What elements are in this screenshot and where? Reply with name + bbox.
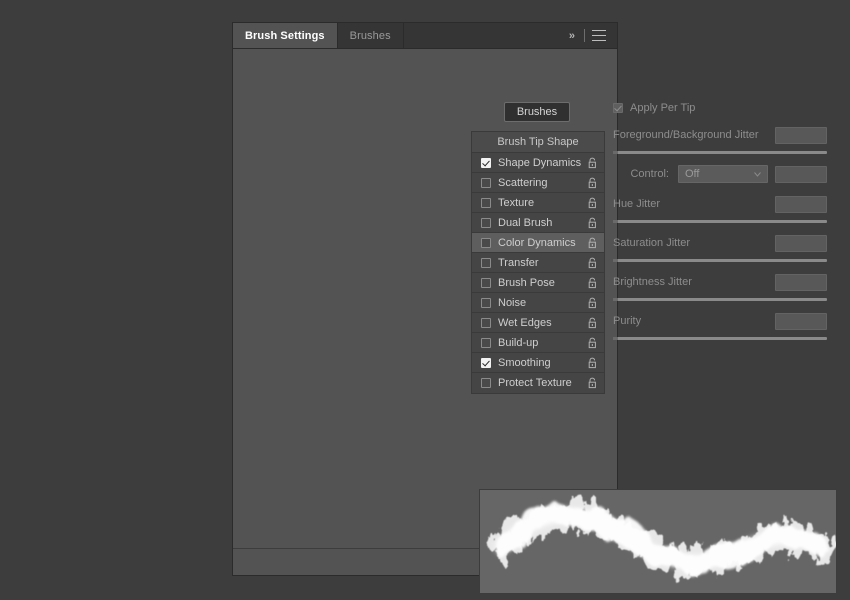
saturation-jitter-input[interactable] — [775, 234, 827, 252]
purity-group: Purity — [613, 311, 827, 340]
unlock-icon[interactable] — [587, 377, 598, 389]
brush-option-checkbox[interactable] — [481, 257, 491, 268]
brush-option-checkbox[interactable] — [481, 217, 491, 228]
tab-brush-settings-label: Brush Settings — [245, 29, 325, 42]
unlock-icon[interactable] — [587, 317, 598, 329]
brush-settings-panel: Brush Settings Brushes » Brushes Brush T… — [232, 22, 837, 594]
brush-option-label: Scattering — [498, 176, 548, 189]
brush-option-row[interactable]: Smoothing — [472, 353, 604, 373]
brightness-jitter-input[interactable] — [775, 273, 827, 291]
brush-option-label: Build-up — [498, 336, 539, 349]
unlock-icon[interactable] — [587, 157, 598, 169]
control-select[interactable]: Off — [678, 165, 768, 183]
hue-jitter-group: Hue Jitter — [613, 194, 827, 223]
unlock-icon[interactable] — [587, 257, 598, 269]
brush-option-label: Shape Dynamics — [498, 156, 582, 169]
panel-tab-bar: Brush Settings Brushes » — [233, 23, 617, 49]
unlock-icon[interactable] — [587, 177, 598, 189]
tab-bar-spacer — [403, 23, 562, 48]
unlock-icon[interactable] — [587, 217, 598, 229]
collapse-panel-icon[interactable]: » — [562, 30, 581, 42]
brightness-jitter-slider[interactable] — [613, 298, 827, 301]
brush-option-row[interactable]: Texture — [472, 193, 604, 213]
brush-option-row[interactable]: Shape Dynamics — [472, 153, 604, 173]
brush-option-label: Brush Pose — [498, 276, 555, 289]
brightness-jitter-group: Brightness Jitter — [613, 272, 827, 301]
brush-option-label: Texture — [498, 196, 535, 209]
foreground-background-jitter-label: Foreground/Background Jitter — [613, 129, 759, 141]
brush-option-row[interactable]: Build-up — [472, 333, 604, 353]
brush-option-checkbox[interactable] — [481, 277, 491, 288]
tab-brush-settings[interactable]: Brush Settings — [233, 23, 338, 48]
brush-tip-shape-header[interactable]: Brush Tip Shape — [472, 132, 604, 153]
panel-body: Brushes Brush Tip Shape Shape Dynamics Sc… — [233, 49, 837, 594]
purity-input[interactable] — [775, 312, 827, 330]
foreground-background-jitter-group: Foreground/Background Jitter — [613, 125, 827, 154]
apply-per-tip-checkbox[interactable] — [613, 103, 623, 113]
brush-option-label: Noise — [498, 296, 527, 309]
saturation-jitter-label: Saturation Jitter — [613, 237, 691, 249]
brush-option-label: Transfer — [498, 256, 539, 269]
brushes-button[interactable]: Brushes — [504, 102, 570, 122]
brush-option-row[interactable]: Brush Pose — [472, 273, 604, 293]
brushes-button-label: Brushes — [516, 106, 558, 118]
brush-option-checkbox[interactable] — [481, 337, 491, 348]
brush-option-row[interactable]: Color Dynamics — [472, 233, 604, 253]
saturation-jitter-group: Saturation Jitter — [613, 233, 827, 262]
brush-option-label: Smoothing — [498, 356, 551, 369]
saturation-jitter-slider[interactable] — [613, 259, 827, 262]
brush-option-checkbox[interactable] — [481, 357, 491, 368]
color-dynamics-options: Apply Per Tip Foreground/Background Jitt… — [613, 99, 827, 350]
unlock-icon[interactable] — [587, 277, 598, 289]
purity-label: Purity — [613, 315, 642, 327]
brush-option-list: Brush Tip Shape Shape Dynamics Scattering… — [471, 131, 605, 394]
brush-option-row[interactable]: Protect Texture — [472, 373, 604, 393]
brush-option-label: Color Dynamics — [498, 236, 576, 249]
brush-option-row[interactable]: Transfer — [472, 253, 604, 273]
tab-bar-divider — [584, 29, 585, 42]
brush-option-label: Dual Brush — [498, 216, 553, 229]
brush-stroke-preview — [479, 489, 837, 594]
foreground-background-jitter-slider[interactable] — [613, 151, 827, 154]
brush-option-checkbox[interactable] — [481, 197, 491, 208]
panel-menu-icon[interactable] — [588, 30, 610, 41]
brush-option-checkbox[interactable] — [481, 317, 491, 328]
brush-stroke-graphic — [489, 502, 833, 576]
brightness-jitter-label: Brightness Jitter — [613, 276, 692, 288]
brush-tip-shape-label: Brush Tip Shape — [497, 136, 579, 148]
foreground-background-jitter-input[interactable] — [775, 126, 827, 144]
brush-option-row[interactable]: Dual Brush — [472, 213, 604, 233]
purity-slider[interactable] — [613, 337, 827, 340]
brush-option-checkbox[interactable] — [481, 177, 491, 188]
tab-brushes-label: Brushes — [349, 29, 391, 42]
brush-option-checkbox[interactable] — [481, 237, 491, 248]
brush-option-checkbox[interactable] — [481, 157, 491, 168]
brush-option-row[interactable]: Scattering — [472, 173, 604, 193]
unlock-icon[interactable] — [587, 337, 598, 349]
control-label: Control: — [630, 168, 669, 180]
brush-option-row[interactable]: Wet Edges — [472, 313, 604, 333]
hue-jitter-label: Hue Jitter — [613, 198, 661, 210]
unlock-icon[interactable] — [587, 357, 598, 369]
control-extra-input[interactable] — [775, 165, 827, 183]
brush-option-checkbox[interactable] — [481, 378, 491, 388]
brush-option-label: Wet Edges — [498, 316, 552, 329]
tab-bar-controls: » — [561, 23, 617, 48]
chevron-down-icon — [754, 172, 761, 177]
hue-jitter-slider[interactable] — [613, 220, 827, 223]
unlock-icon[interactable] — [587, 237, 598, 249]
control-row: Control: Off — [613, 164, 827, 184]
hue-jitter-input[interactable] — [775, 195, 827, 213]
control-select-value: Off — [685, 168, 700, 180]
brush-option-checkbox[interactable] — [481, 297, 491, 308]
unlock-icon[interactable] — [587, 197, 598, 209]
apply-per-tip-row[interactable]: Apply Per Tip — [613, 99, 827, 117]
apply-per-tip-label: Apply Per Tip — [630, 102, 696, 114]
unlock-icon[interactable] — [587, 297, 598, 309]
brush-option-row[interactable]: Noise — [472, 293, 604, 313]
brush-option-label: Protect Texture — [498, 377, 572, 389]
tab-brushes[interactable]: Brushes — [337, 23, 404, 48]
